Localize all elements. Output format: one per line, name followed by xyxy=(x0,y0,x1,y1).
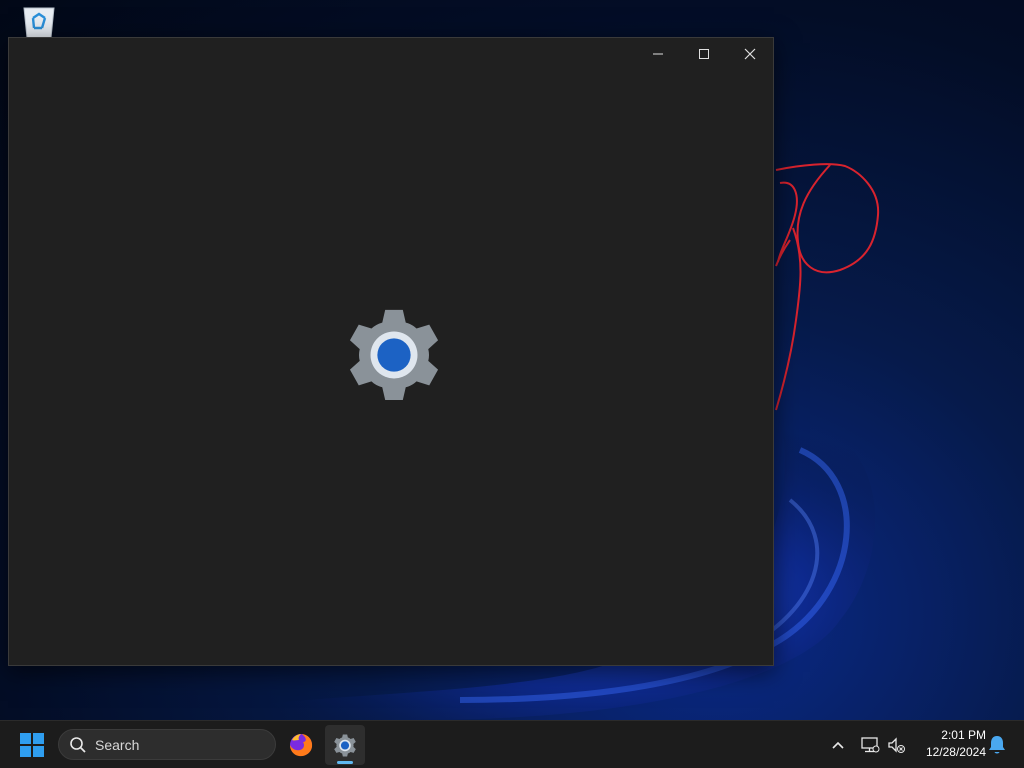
taskbar-settings[interactable] xyxy=(325,725,365,765)
bell-icon[interactable] xyxy=(987,734,1007,756)
recycle-bin-icon[interactable] xyxy=(20,6,58,38)
maximize-button[interactable] xyxy=(681,38,727,70)
close-button[interactable] xyxy=(727,38,773,70)
search-icon xyxy=(70,736,86,753)
search-placeholder: Search xyxy=(95,736,140,753)
chevron-up-icon xyxy=(832,741,844,749)
windows-start-icon[interactable] xyxy=(20,733,44,757)
clock-date: 12/28/2024 xyxy=(925,745,986,759)
minimize-icon xyxy=(653,53,663,55)
show-hidden-icons-button[interactable] xyxy=(828,733,848,757)
settings-gear-icon xyxy=(349,309,439,400)
settings-icon xyxy=(334,734,356,757)
search-box[interactable]: Search xyxy=(58,729,276,760)
active-app-indicator xyxy=(337,761,353,764)
taskbar-firefox[interactable] xyxy=(281,725,321,765)
minimize-button[interactable] xyxy=(635,38,681,70)
network-icon[interactable] xyxy=(860,735,880,755)
clock-time: 2:01 PM xyxy=(941,728,986,742)
close-icon xyxy=(744,48,756,60)
volume-muted-icon[interactable] xyxy=(886,735,906,755)
taskbar: Search 2:01 PM 12/28/2024 xyxy=(0,720,1024,768)
settings-window[interactable] xyxy=(8,37,774,666)
clock[interactable]: 2:01 PM 12/28/2024 xyxy=(914,727,986,761)
maximize-icon xyxy=(699,49,709,59)
firefox-icon xyxy=(290,734,313,757)
title-bar-controls xyxy=(635,38,773,70)
